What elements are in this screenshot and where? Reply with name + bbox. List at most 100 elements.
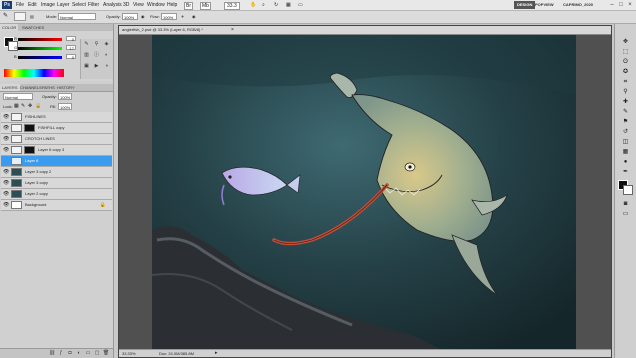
tab-swatches[interactable]: SWATCHES [20, 24, 46, 31]
histogram-icon[interactable]: ▥ [83, 52, 90, 59]
lasso-tool-icon[interactable]: ʘ [621, 58, 630, 67]
close-tab-icon[interactable]: × [231, 26, 234, 34]
close-button[interactable]: × [626, 1, 634, 9]
group-icon[interactable]: ▭ [84, 350, 92, 357]
trash-icon[interactable]: 🗑 [102, 350, 110, 357]
menu-layer[interactable]: Layer [57, 2, 70, 8]
menu-help[interactable]: Help [167, 2, 177, 8]
mode-select[interactable]: Normal [58, 13, 96, 20]
adjustments-icon[interactable]: ◐ [103, 52, 110, 59]
hand-tool-icon[interactable]: ✋ [250, 2, 256, 8]
masks-icon[interactable]: ◑ [103, 63, 110, 70]
layer-row[interactable]: 👁 Layer 3 copy 2 [1, 167, 112, 178]
layer-row[interactable]: 👁 FISHFILL copy [1, 123, 112, 134]
layer-row[interactable]: 👁 Layer 2 copy [1, 189, 112, 200]
layer-thumbnail[interactable] [11, 146, 22, 154]
layer-thumbnail[interactable] [11, 124, 22, 132]
clone-source-icon[interactable]: ⚲ [93, 41, 100, 48]
brush-tool-icon[interactable]: ✎ [621, 108, 630, 117]
arrange-docs-icon[interactable]: ▦ [286, 2, 291, 8]
lock-pixels-icon[interactable]: ✎ [21, 103, 25, 109]
layer-opacity-input[interactable]: 100% [58, 93, 72, 100]
toolbox-background-color[interactable] [623, 185, 633, 195]
dodge-tool-icon[interactable]: ● [621, 158, 630, 167]
b-value[interactable]: 0 [66, 54, 76, 60]
zoom-tool-icon[interactable]: ⌕ [262, 2, 265, 8]
color-spectrum-bar[interactable] [4, 69, 64, 77]
link-icon[interactable]: ⛓ [48, 350, 56, 357]
layer-thumbnail[interactable] [11, 157, 22, 165]
menu-image[interactable]: Image [41, 2, 55, 8]
menu-view[interactable]: View [133, 2, 144, 8]
healing-brush-tool-icon[interactable]: ✚ [621, 98, 630, 107]
visibility-eye-icon[interactable]: 👁 [3, 180, 9, 186]
lock-transparent-icon[interactable]: ▦ [14, 103, 19, 109]
rotate-view-icon[interactable]: ↻ [274, 2, 278, 8]
minibridge-icon[interactable]: Mb [200, 2, 211, 10]
menu-3d[interactable]: 3D [123, 2, 129, 8]
marquee-tool-icon[interactable]: ⬚ [621, 48, 630, 57]
bridge-icon[interactable]: Br [184, 2, 193, 10]
tab-layers[interactable]: LAYERS [0, 84, 20, 91]
menu-window[interactable]: Window [147, 2, 165, 8]
brush-panel-icon[interactable]: ▤ [30, 14, 34, 19]
layer-row[interactable]: 👁 Layer 3 copy [1, 178, 112, 189]
fx-icon[interactable]: ƒ [57, 350, 65, 357]
visibility-eye-icon[interactable]: 👁 [3, 114, 9, 120]
adjustment-icon[interactable]: ◐ [75, 350, 83, 357]
brush-tool-icon[interactable]: ✎ [3, 12, 8, 19]
quick-select-tool-icon[interactable]: ✪ [621, 68, 630, 77]
menu-edit[interactable]: Edit [28, 2, 37, 8]
layer-thumbnail[interactable] [11, 168, 22, 176]
layer-mask-thumbnail[interactable] [24, 146, 35, 154]
eraser-tool-icon[interactable]: ◫ [621, 138, 630, 147]
quick-mask-icon[interactable]: ◙ [621, 200, 630, 209]
workspace-painting[interactable]: CAPRIMO_2020 [560, 1, 596, 9]
layer-row[interactable]: 👁 Layer 6 copy 3 [1, 145, 112, 156]
zoom-level-field[interactable]: 33.3 [224, 2, 240, 10]
info-icon[interactable]: ⓘ [93, 52, 100, 59]
lock-all-icon[interactable]: 🔒 [35, 103, 41, 109]
menu-filter[interactable]: Filter [88, 2, 99, 8]
layer-row[interactable]: 👁 CROTCH LINES [1, 134, 112, 145]
eyedropper-tool-icon[interactable]: ⚲ [621, 88, 630, 97]
visibility-eye-icon[interactable]: 👁 [3, 169, 9, 175]
move-tool-icon[interactable]: ✥ [621, 38, 630, 47]
brush-preset-picker[interactable] [14, 12, 26, 21]
visibility-eye-icon[interactable]: 👁 [3, 136, 9, 142]
g-slider[interactable] [18, 47, 62, 50]
lock-position-icon[interactable]: ✥ [28, 103, 32, 109]
fill-input[interactable]: 100% [58, 103, 72, 110]
gradient-tool-icon[interactable]: ▦ [621, 148, 630, 157]
document-tab[interactable]: anglerfish_2.psd @ 33.3% (Layer 6, RGB/8… [119, 26, 611, 35]
layer-mask-thumbnail[interactable] [24, 124, 35, 132]
maximize-button[interactable]: □ [617, 1, 625, 9]
visibility-eye-icon[interactable] [3, 158, 8, 164]
opacity-input[interactable]: 100% [122, 13, 138, 20]
visibility-eye-icon[interactable]: 👁 [3, 125, 9, 131]
workspace-preview[interactable]: POPVIEW [532, 1, 557, 9]
actions-icon[interactable]: ▶ [93, 63, 100, 70]
tab-history[interactable]: HISTORY [55, 84, 77, 91]
layer-blend-select[interactable]: Normal [3, 93, 33, 100]
layer-thumbnail[interactable] [11, 113, 22, 121]
visibility-eye-icon[interactable]: 👁 [3, 147, 9, 153]
styles-icon[interactable]: ▣ [83, 63, 90, 70]
clone-stamp-tool-icon[interactable]: ⚑ [621, 118, 630, 127]
layer-thumbnail[interactable] [11, 179, 22, 187]
b-slider[interactable] [18, 56, 62, 59]
tab-color[interactable]: COLOR [0, 24, 19, 31]
airbrush-icon[interactable]: ✈ [181, 14, 184, 19]
r-value[interactable]: 0 [66, 36, 76, 42]
menu-analysis[interactable]: Analysis [103, 2, 122, 8]
flow-input[interactable]: 100% [161, 13, 177, 20]
history-brush-tool-icon[interactable]: ↺ [621, 128, 630, 137]
r-slider[interactable] [18, 38, 62, 41]
screen-mode-icon[interactable]: ▭ [298, 2, 303, 8]
navigator-icon[interactable]: ◈ [103, 41, 110, 48]
minimize-button[interactable]: – [608, 1, 616, 9]
pressure-opacity-icon[interactable]: ◉ [141, 14, 145, 19]
visibility-eye-icon[interactable]: 👁 [3, 191, 9, 197]
brush-panel-icon[interactable]: ✎ [83, 41, 90, 48]
layer-thumbnail[interactable] [11, 190, 22, 198]
